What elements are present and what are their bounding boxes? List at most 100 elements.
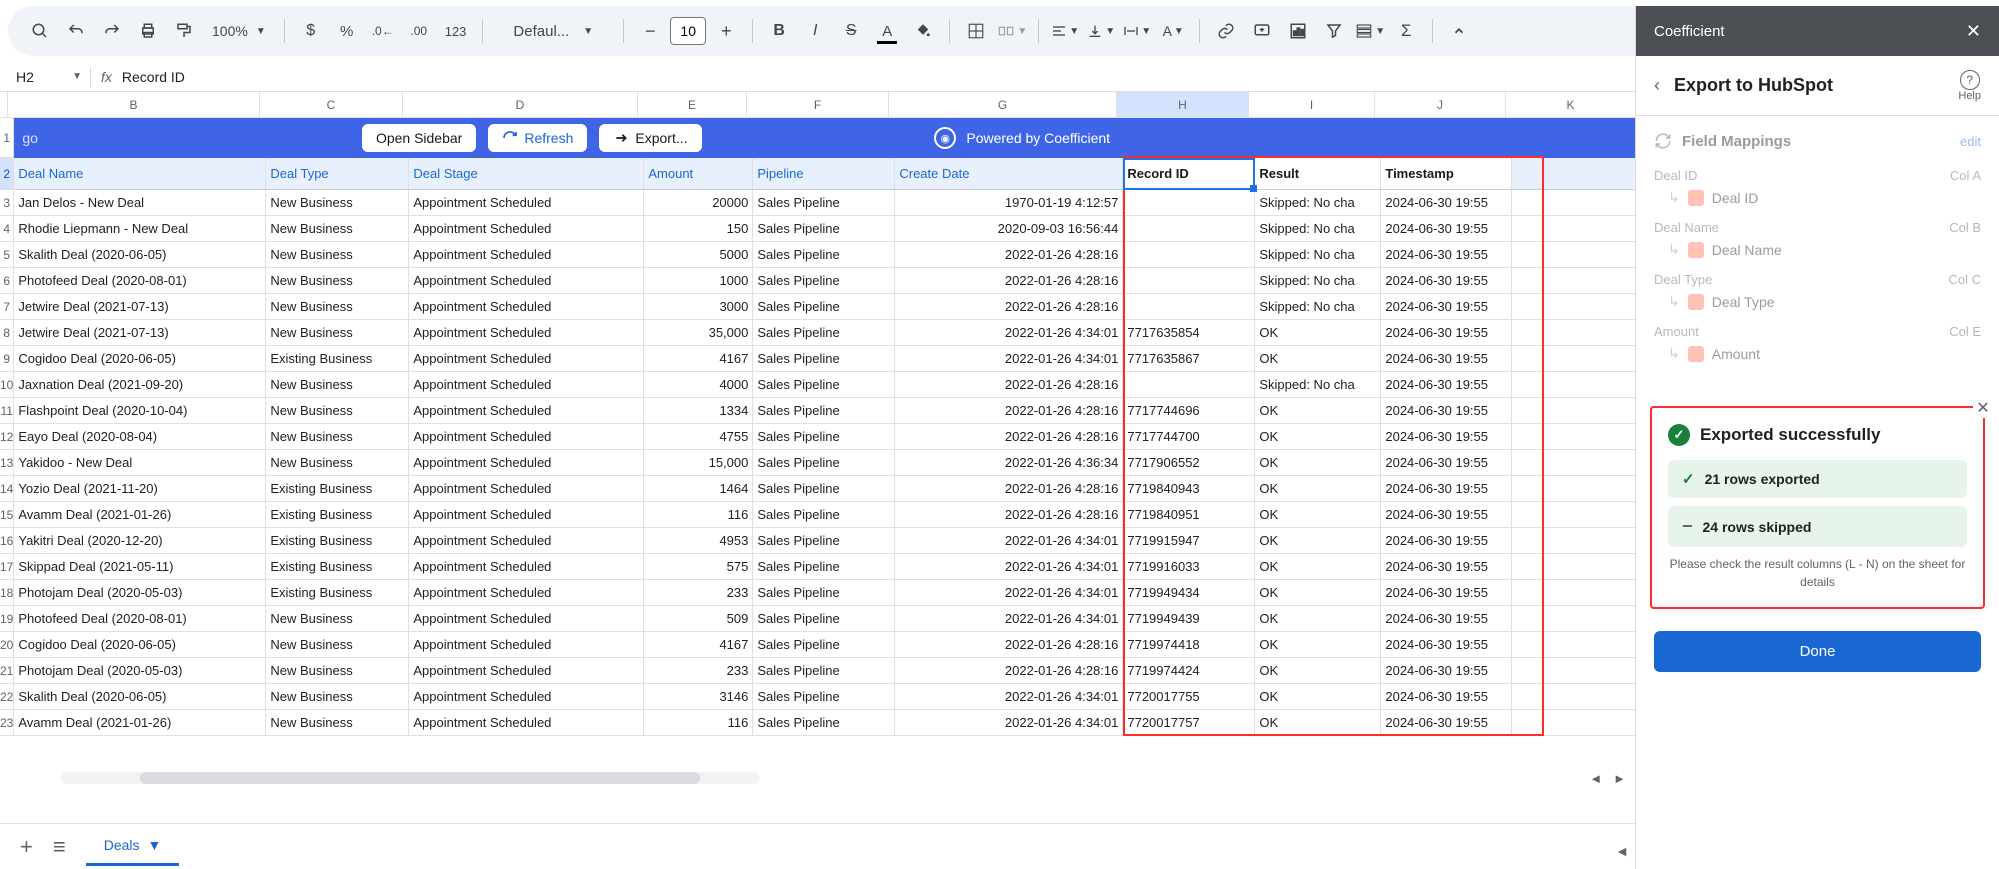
- cell[interactable]: 2024-06-30 19:55: [1381, 606, 1512, 632]
- header-cell-C[interactable]: Deal Type: [266, 158, 409, 190]
- cell[interactable]: OK: [1255, 476, 1381, 502]
- cell[interactable]: 2024-06-30 19:55: [1381, 216, 1512, 242]
- cell[interactable]: New Business: [266, 268, 409, 294]
- formula-content[interactable]: Record ID: [122, 69, 185, 85]
- cell[interactable]: Skipped: No cha: [1255, 268, 1381, 294]
- cell[interactable]: 3000: [644, 294, 753, 320]
- decrease-decimal-icon[interactable]: .0←: [367, 15, 399, 47]
- cell[interactable]: [1123, 216, 1255, 242]
- text-color-icon[interactable]: A: [871, 15, 903, 47]
- row-header-12[interactable]: 12: [0, 424, 14, 450]
- chart-icon[interactable]: [1282, 15, 1314, 47]
- cell[interactable]: 2022-01-26 4:34:01: [895, 710, 1123, 736]
- cell[interactable]: Skipped: No cha: [1255, 242, 1381, 268]
- cell[interactable]: [1512, 450, 1636, 476]
- cell[interactable]: 2024-06-30 19:55: [1381, 528, 1512, 554]
- row-header-9[interactable]: 9: [0, 346, 14, 372]
- cell[interactable]: Sales Pipeline: [753, 658, 895, 684]
- row-header-11[interactable]: 11: [0, 398, 14, 424]
- row-header-21[interactable]: 21: [0, 658, 14, 684]
- column-header-F[interactable]: F: [747, 92, 889, 117]
- sheet-tab-deals[interactable]: Deals▼: [86, 827, 180, 866]
- cell[interactable]: 575: [644, 554, 753, 580]
- cell[interactable]: Sales Pipeline: [753, 268, 895, 294]
- cell[interactable]: Jetwire Deal (2021-07-13): [14, 294, 266, 320]
- cell[interactable]: OK: [1255, 398, 1381, 424]
- cell[interactable]: [1512, 242, 1636, 268]
- row-header-20[interactable]: 20: [0, 632, 14, 658]
- cell[interactable]: 2024-06-30 19:55: [1381, 320, 1512, 346]
- row-header-1[interactable]: 1: [0, 118, 14, 158]
- cell[interactable]: New Business: [266, 658, 409, 684]
- cell[interactable]: 7717744700: [1123, 424, 1255, 450]
- cell[interactable]: 2022-01-26 4:28:16: [895, 658, 1123, 684]
- cell[interactable]: Jaxnation Deal (2021-09-20): [14, 372, 266, 398]
- column-header-H[interactable]: H: [1117, 92, 1249, 117]
- cell[interactable]: Skipped: No cha: [1255, 216, 1381, 242]
- header-cell-F[interactable]: Pipeline: [753, 158, 895, 190]
- cell[interactable]: Sales Pipeline: [753, 502, 895, 528]
- cell[interactable]: 7717906552: [1123, 450, 1255, 476]
- cell[interactable]: Appointment Scheduled: [409, 580, 644, 606]
- cell[interactable]: [1512, 606, 1636, 632]
- cell[interactable]: 7719974418: [1123, 632, 1255, 658]
- cell[interactable]: Appointment Scheduled: [409, 658, 644, 684]
- merge-cells-icon[interactable]: ▼: [996, 15, 1028, 47]
- cell[interactable]: [1512, 502, 1636, 528]
- cell[interactable]: [1512, 528, 1636, 554]
- cell[interactable]: [1512, 710, 1636, 736]
- cell[interactable]: New Business: [266, 606, 409, 632]
- cell[interactable]: 2022-01-26 4:28:16: [895, 398, 1123, 424]
- cell[interactable]: 35,000: [644, 320, 753, 346]
- cell[interactable]: 2022-01-26 4:28:16: [895, 502, 1123, 528]
- cells-area[interactable]: go Open Sidebar Refresh Export... ◉ Powe…: [14, 118, 1636, 736]
- cell[interactable]: Skalith Deal (2020-06-05): [14, 242, 266, 268]
- close-success-icon[interactable]: ✕: [1973, 398, 1993, 418]
- cell[interactable]: OK: [1255, 320, 1381, 346]
- cell[interactable]: Appointment Scheduled: [409, 294, 644, 320]
- add-sheet-button[interactable]: +: [20, 834, 33, 860]
- cell[interactable]: Appointment Scheduled: [409, 320, 644, 346]
- cell[interactable]: OK: [1255, 684, 1381, 710]
- cell[interactable]: Appointment Scheduled: [409, 710, 644, 736]
- cell[interactable]: Sales Pipeline: [753, 372, 895, 398]
- row-header-23[interactable]: 23: [0, 710, 14, 736]
- cell[interactable]: OK: [1255, 580, 1381, 606]
- filter-views-icon[interactable]: ▼: [1354, 15, 1386, 47]
- cell[interactable]: [1512, 684, 1636, 710]
- column-header-G[interactable]: G: [889, 92, 1117, 117]
- cell[interactable]: 3146: [644, 684, 753, 710]
- column-header-E[interactable]: E: [638, 92, 747, 117]
- cell[interactable]: 233: [644, 580, 753, 606]
- undo-icon[interactable]: [60, 15, 92, 47]
- header-cell-H[interactable]: Record ID: [1123, 158, 1255, 190]
- cell[interactable]: [1123, 268, 1255, 294]
- cell[interactable]: [1123, 190, 1255, 216]
- cell[interactable]: [1512, 476, 1636, 502]
- cell[interactable]: Jan Delos - New Deal: [14, 190, 266, 216]
- cell[interactable]: Sales Pipeline: [753, 450, 895, 476]
- cell[interactable]: 2024-06-30 19:55: [1381, 242, 1512, 268]
- cell[interactable]: Sales Pipeline: [753, 424, 895, 450]
- text-wrap-icon[interactable]: ▼: [1121, 15, 1153, 47]
- cell[interactable]: Sales Pipeline: [753, 554, 895, 580]
- cell[interactable]: 2024-06-30 19:55: [1381, 554, 1512, 580]
- cell[interactable]: Appointment Scheduled: [409, 242, 644, 268]
- cell[interactable]: Appointment Scheduled: [409, 346, 644, 372]
- cell[interactable]: 2022-01-26 4:28:16: [895, 268, 1123, 294]
- cell[interactable]: 7719949434: [1123, 580, 1255, 606]
- cell[interactable]: Rhodie Liepmann - New Deal: [14, 216, 266, 242]
- cell[interactable]: [1512, 554, 1636, 580]
- row-header-8[interactable]: 8: [0, 320, 14, 346]
- cell[interactable]: 1000: [644, 268, 753, 294]
- cell[interactable]: 2024-06-30 19:55: [1381, 294, 1512, 320]
- font-select[interactable]: Defaul...▼: [493, 23, 613, 40]
- column-header-I[interactable]: I: [1249, 92, 1375, 117]
- cell[interactable]: OK: [1255, 450, 1381, 476]
- cell[interactable]: OK: [1255, 658, 1381, 684]
- redo-icon[interactable]: [96, 15, 128, 47]
- cell[interactable]: Sales Pipeline: [753, 580, 895, 606]
- decrease-font-icon[interactable]: −: [634, 15, 666, 47]
- cell[interactable]: OK: [1255, 346, 1381, 372]
- cell[interactable]: 2022-01-26 4:34:01: [895, 554, 1123, 580]
